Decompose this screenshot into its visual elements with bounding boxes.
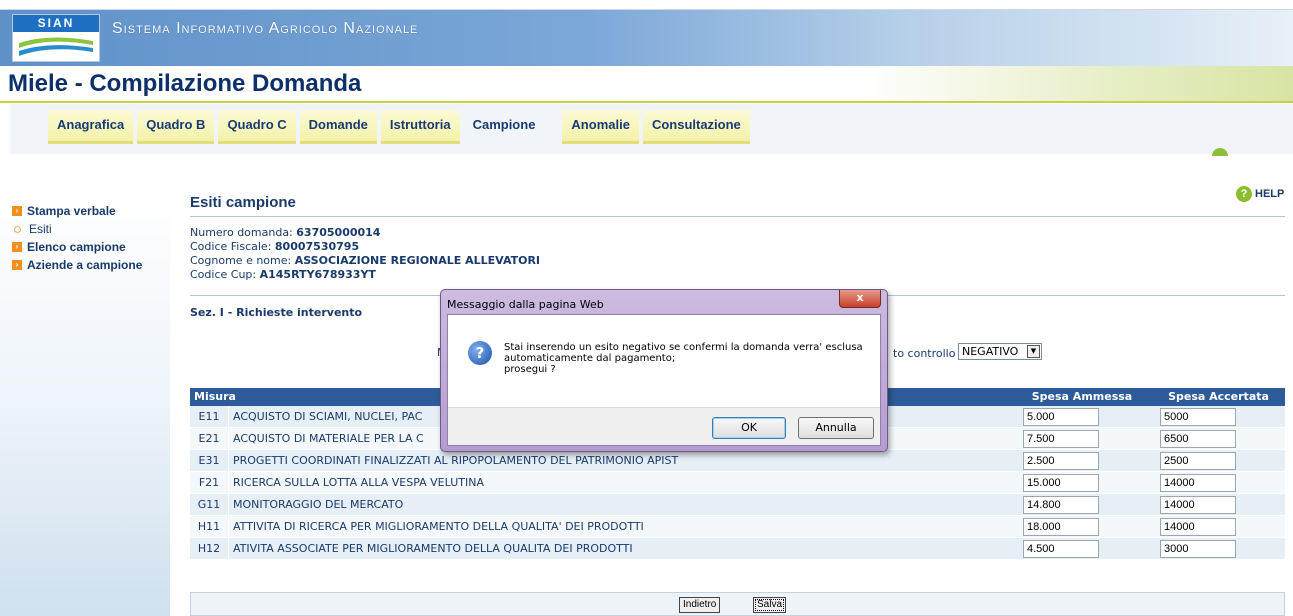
table-row: G11 MONITORAGGIO DEL MERCATO: [190, 494, 1285, 516]
tab-campione[interactable]: Campione: [464, 110, 545, 144]
col-spesa-ammessa: Spesa Ammessa: [1031, 390, 1133, 403]
sidebar-item-label: Aziende a campione: [27, 258, 143, 272]
arrow-bullet-icon: ›: [12, 260, 22, 270]
sidebar-item-label: Stampa verbale: [27, 204, 116, 218]
numero-domanda-label: Numero domanda:: [190, 226, 293, 239]
message-line: automaticamente dal pagamento;: [504, 353, 676, 364]
row-desc: PROGETTI COORDINATI FINALIZZATI AL RIPOP…: [228, 450, 1012, 471]
title-divider: [0, 101, 1293, 103]
spesa-accertata-input[interactable]: [1160, 407, 1236, 426]
system-title: Sistema Informativo Agricolo Nazionale: [112, 20, 419, 37]
row-desc: ATTIVITA DI RICERCA PER MIGLIORAMENTO DE…: [228, 516, 1012, 537]
codice-cup-value: A145RTY678933YT: [259, 268, 376, 281]
arrow-bullet-icon: ›: [12, 206, 22, 216]
row-desc: MONITORAGGIO DEL MERCATO: [228, 494, 1012, 515]
chevron-down-icon[interactable]: ▼: [1027, 345, 1040, 358]
table-row: F21 RICERCA SULLA LOTTA ALLA VESPA VELUT…: [190, 472, 1285, 494]
spesa-accertata-input[interactable]: [1160, 539, 1236, 558]
logo-waves-icon: [19, 37, 93, 56]
tab-istruttoria[interactable]: Istruttoria: [380, 110, 460, 144]
header-band: [0, 10, 1293, 66]
row-code: E31: [198, 454, 220, 467]
row-code: H12: [197, 542, 221, 555]
section-title: Sez. I - Richieste intervento: [190, 306, 363, 319]
message-line: prosegui ?: [504, 364, 556, 375]
spesa-ammessa-input[interactable]: [1023, 451, 1099, 470]
codice-cup-label: Codice Cup:: [190, 268, 257, 281]
spesa-ammessa-input[interactable]: [1023, 473, 1099, 492]
tab-domande[interactable]: Domande: [299, 110, 377, 144]
help-link[interactable]: ? HELP: [1236, 186, 1284, 202]
arrow-bullet-icon: ›: [12, 242, 22, 252]
cognome-nome-label: Cognome e nome:: [190, 254, 292, 267]
help-icon: ?: [1236, 186, 1252, 202]
close-button[interactable]: x: [839, 290, 881, 308]
domanda-info: Numero domanda: 63705000014 Codice Fisca…: [190, 226, 540, 282]
sidebar-item-label: Elenco campione: [27, 240, 126, 254]
tab-anomalie[interactable]: Anomalie: [562, 110, 639, 144]
sidebar: › Stampa verbale Esiti › Elenco campione…: [0, 190, 170, 616]
question-icon: ?: [468, 341, 492, 365]
table-row: H12 ATIVITA ASSOCIATE PER MIGLIORAMENTO …: [190, 538, 1285, 560]
dialog-body: ? Stai inserendo un esito negativo se co…: [447, 314, 881, 446]
esito-controllo-label: to controllo: [893, 347, 956, 360]
esito-selected-value: NEGATIVO: [962, 345, 1019, 358]
tab-bar: Anagrafica Quadro B Quadro C Domande Ist…: [10, 104, 1293, 154]
section-heading: Esiti campione: [190, 194, 296, 211]
tab-anagrafica[interactable]: Anagrafica: [48, 110, 134, 144]
sidebar-item-stampa-verbale[interactable]: › Stampa verbale: [0, 202, 170, 220]
tab-consultazione[interactable]: Consultazione: [642, 110, 750, 144]
message-line: Stai inserendo un esito negativo se conf…: [504, 342, 863, 353]
sidebar-item-label: Esiti: [29, 222, 52, 236]
sidebar-item-aziende-a-campione[interactable]: › Aziende a campione: [0, 256, 170, 274]
esito-select[interactable]: NEGATIVO ▼: [958, 343, 1042, 360]
row-desc: ATIVITA ASSOCIATE PER MIGLIORAMENTO DELL…: [228, 538, 1012, 559]
back-button[interactable]: Indietro: [679, 597, 721, 613]
dialog-footer: OK Annulla: [448, 407, 880, 445]
ok-button[interactable]: OK: [712, 417, 786, 439]
cognome-nome-value: ASSOCIAZIONE REGIONALE ALLEVATORI: [294, 254, 541, 267]
spesa-accertata-input[interactable]: [1160, 473, 1236, 492]
table-row: H11 ATTIVITA DI RICERCA PER MIGLIORAMENT…: [190, 516, 1285, 538]
logo-text: SIAN: [13, 15, 99, 32]
cancel-button[interactable]: Annulla: [798, 417, 874, 439]
row-code: F21: [198, 476, 220, 489]
dialog-title: Messaggio dalla pagina Web: [447, 298, 604, 311]
spesa-accertata-input[interactable]: [1160, 517, 1236, 536]
form-actions: Indietro Salva: [190, 592, 1285, 616]
circle-bullet-icon: [14, 225, 21, 233]
table-row: E31 PROGETTI COORDINATI FINALIZZATI AL R…: [190, 450, 1285, 472]
codice-fiscale-label: Codice Fiscale:: [190, 240, 272, 253]
sidebar-item-elenco-campione[interactable]: › Elenco campione: [0, 238, 170, 256]
heading-divider: [190, 216, 1285, 217]
spesa-ammessa-input[interactable]: [1023, 407, 1099, 426]
dialog-message: Stai inserendo un esito negativo se conf…: [504, 342, 864, 375]
page-header: SIAN Sistema Informativo Agricolo Nazion…: [0, 10, 1293, 103]
row-desc: RICERCA SULLA LOTTA ALLA VESPA VELUTINA: [228, 472, 1012, 493]
tab-quadro-c[interactable]: Quadro C: [218, 110, 296, 144]
row-code: G11: [197, 498, 221, 511]
sian-logo: SIAN: [12, 14, 100, 62]
help-label: HELP: [1255, 188, 1285, 200]
spesa-accertata-input[interactable]: [1160, 451, 1236, 470]
spesa-ammessa-input[interactable]: [1023, 517, 1099, 536]
spesa-accertata-input[interactable]: [1160, 429, 1236, 448]
confirm-dialog: Messaggio dalla pagina Web x ? Stai inse…: [440, 289, 888, 452]
spesa-ammessa-input[interactable]: [1023, 429, 1099, 448]
codice-fiscale-value: 80007530795: [274, 240, 360, 253]
save-button[interactable]: Salva: [753, 597, 787, 613]
row-code: H11: [197, 520, 221, 533]
numero-domanda-value: 63705000014: [296, 226, 381, 239]
spesa-ammessa-input[interactable]: [1023, 495, 1099, 514]
spesa-accertata-input[interactable]: [1160, 495, 1236, 514]
page-title: Miele - Compilazione Domanda: [8, 70, 362, 97]
sidebar-item-esiti[interactable]: Esiti: [0, 220, 170, 238]
col-spesa-accertata: Spesa Accertata: [1168, 390, 1269, 403]
row-code: E11: [198, 410, 220, 423]
spesa-ammessa-input[interactable]: [1023, 539, 1099, 558]
tab-quadro-b[interactable]: Quadro B: [137, 110, 215, 144]
header-decoration: [860, 66, 1293, 101]
row-code: E21: [198, 432, 220, 445]
